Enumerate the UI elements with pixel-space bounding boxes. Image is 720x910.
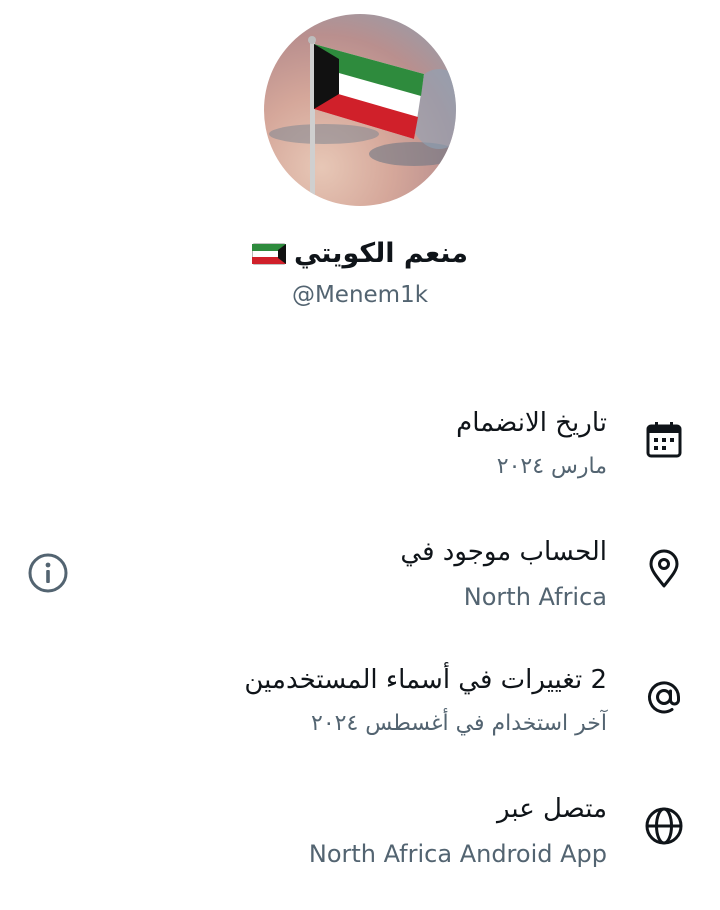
about-row-username-changes[interactable]: 2 تغييرات في أسماء المستخدمين آخر استخدا…	[0, 665, 720, 775]
globe-icon	[645, 807, 683, 845]
about-row-title: تاريخ الانضمام	[456, 408, 607, 438]
calendar-icon	[646, 422, 682, 458]
display-name: منعم الكويتي	[293, 238, 469, 269]
about-row-title: 2 تغييرات في أسماء المستخدمين	[244, 665, 607, 695]
kuwait-flag-icon	[269, 36, 456, 206]
profile-avatar[interactable]	[264, 14, 456, 206]
about-row-subtitle: مارس ٢٠٢٤	[496, 454, 607, 479]
about-row-joined: تاريخ الانضمام مارس ٢٠٢٤	[0, 408, 720, 518]
about-row-title: الحساب موجود في	[400, 537, 607, 567]
kuwait-flag-emoji-icon	[251, 242, 287, 266]
about-row-subtitle: آخر استخدام في أغسطس ٢٠٢٤	[311, 711, 607, 736]
at-sign-icon	[648, 681, 680, 714]
profile-handle: @Menem1k	[291, 282, 429, 308]
about-row-subtitle: North Africa	[463, 583, 607, 611]
info-icon[interactable]	[27, 552, 69, 594]
about-row-connected-via: متصل عبر North Africa Android App	[0, 794, 720, 904]
display-name-row: منعم الكويتي	[0, 238, 720, 269]
about-row-subtitle: North Africa Android App	[308, 840, 607, 868]
location-pin-icon	[649, 549, 679, 588]
about-row-account-location: الحساب موجود في North Africa	[0, 537, 720, 647]
about-row-title: متصل عبر	[497, 794, 607, 824]
